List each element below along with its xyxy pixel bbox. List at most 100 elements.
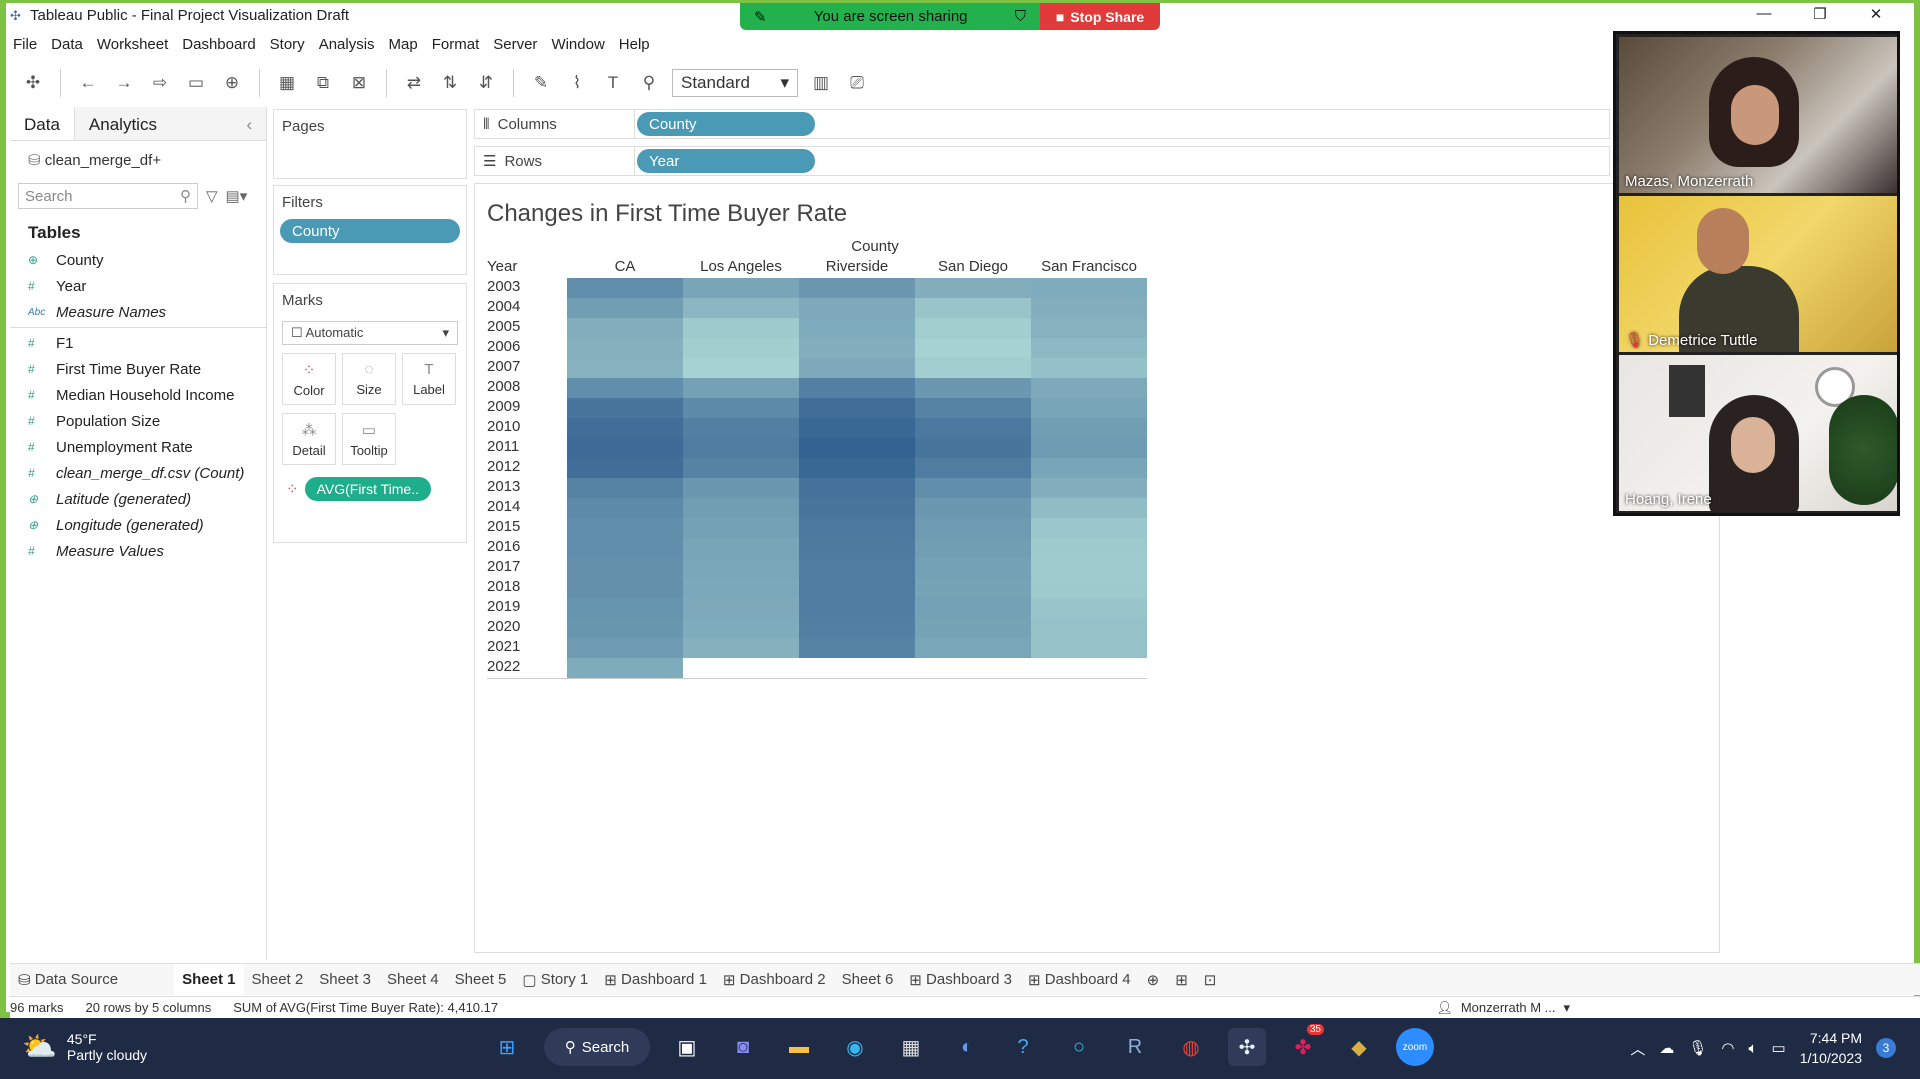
heatmap-cell[interactable] xyxy=(567,338,683,358)
heatmap-cell[interactable] xyxy=(915,358,1031,378)
heatmap-cell[interactable] xyxy=(799,518,915,538)
row-label[interactable]: 2004 xyxy=(487,298,520,315)
heatmap-cell[interactable] xyxy=(1031,378,1147,398)
new-worksheet-icon[interactable]: ▦ xyxy=(274,70,300,96)
heatmap-cell[interactable] xyxy=(567,378,683,398)
heatmap-cell[interactable] xyxy=(567,498,683,518)
rows-shelf[interactable]: ☰ Rows Year xyxy=(474,146,1610,176)
heatmap-cell[interactable] xyxy=(1031,478,1147,498)
avg-first-time-pill[interactable]: AVG(First Time.. xyxy=(304,477,431,501)
microphone-icon[interactable]: 🎙︎ xyxy=(1688,1039,1707,1057)
column-label[interactable]: San Francisco xyxy=(1031,258,1147,275)
heatmap-cell[interactable] xyxy=(915,518,1031,538)
heatmap-cell[interactable] xyxy=(567,658,683,678)
task-view-icon[interactable]: ▣ xyxy=(668,1028,706,1066)
labels-icon[interactable]: T xyxy=(600,70,626,96)
heatmap-cell[interactable] xyxy=(915,458,1031,478)
heatmap-cell[interactable] xyxy=(799,318,915,338)
fit-select[interactable]: Standard ▾ xyxy=(672,69,798,97)
heatmap-cell[interactable] xyxy=(1031,458,1147,478)
pages-card[interactable]: Pages xyxy=(273,109,467,179)
field-county[interactable]: ⊕ County xyxy=(10,247,266,273)
help-icon[interactable]: ? xyxy=(1004,1028,1042,1066)
row-label[interactable]: 2013 xyxy=(487,478,520,495)
heatmap-cell[interactable] xyxy=(915,398,1031,418)
show-cards-icon[interactable]: ▥ xyxy=(808,70,834,96)
heatmap-cell[interactable] xyxy=(915,598,1031,618)
heatmap-cell[interactable] xyxy=(915,538,1031,558)
volume-icon[interactable]: 🔈︎ xyxy=(1749,1040,1758,1057)
slack-icon[interactable]: ✤ 35 xyxy=(1284,1024,1324,1066)
heatmap-cell[interactable] xyxy=(567,398,683,418)
heatmap-cell[interactable] xyxy=(915,478,1031,498)
heatmap-cell[interactable] xyxy=(799,538,915,558)
chrome-icon[interactable]: ◍ xyxy=(1172,1028,1210,1066)
video-tile-2[interactable]: 🎙︎ Demetrice Tuttle xyxy=(1619,196,1897,352)
weather-widget[interactable]: ⛅ 45°F Partly cloudy xyxy=(22,1030,147,1063)
heatmap-cell[interactable] xyxy=(799,578,915,598)
filter-pill-county[interactable]: County xyxy=(280,219,460,243)
heatmap-cell[interactable] xyxy=(799,598,915,618)
taskbar-search[interactable]: ⚲ Search xyxy=(544,1028,650,1066)
tab-sheet-5[interactable]: Sheet 5 xyxy=(447,964,515,995)
color-button[interactable]: ⁘ Color xyxy=(282,353,336,405)
search-input[interactable]: Search ⚲ xyxy=(18,183,198,209)
menu-window[interactable]: Window xyxy=(544,32,611,58)
heatmap-cell[interactable] xyxy=(799,298,915,318)
menu-file[interactable]: File xyxy=(6,32,44,58)
tab-dashboard-4[interactable]: ⊞ Dashboard 4 xyxy=(1020,964,1139,995)
row-label[interactable]: 2005 xyxy=(487,318,520,335)
row-label[interactable]: 2011 xyxy=(487,438,519,455)
label-button[interactable]: T Label xyxy=(402,353,456,405)
menu-server[interactable]: Server xyxy=(486,32,544,58)
group-icon[interactable]: ⌇ xyxy=(564,70,590,96)
heatmap-cell[interactable] xyxy=(683,278,799,298)
tab-sheet-3[interactable]: Sheet 3 xyxy=(311,964,379,995)
heatmap-cell[interactable] xyxy=(567,638,683,658)
filters-card[interactable]: Filters County xyxy=(273,185,467,275)
sort-descending-icon[interactable]: ⇵ xyxy=(473,70,499,96)
highlight-icon[interactable]: ✎ xyxy=(528,70,554,96)
close-icon[interactable]: ✕ xyxy=(1848,5,1904,23)
row-label[interactable]: 2008 xyxy=(487,378,520,395)
tab-sheet-1[interactable]: Sheet 1 xyxy=(174,964,244,995)
heatmap-cell[interactable] xyxy=(799,498,915,518)
zoom-icon[interactable]: zoom xyxy=(1396,1028,1434,1066)
columns-shelf[interactable]: ⦀ Columns County xyxy=(474,109,1610,139)
heatmap-cell[interactable] xyxy=(567,578,683,598)
heatmap-cell[interactable] xyxy=(1031,298,1147,318)
field-unemployment-rate[interactable]: # Unemployment Rate xyxy=(10,434,266,460)
heatmap-cell[interactable] xyxy=(683,318,799,338)
heatmap-cell[interactable] xyxy=(1031,538,1147,558)
heatmap-cell[interactable] xyxy=(1031,418,1147,438)
heatmap-cell[interactable] xyxy=(1031,598,1147,618)
row-label[interactable]: 2015 xyxy=(487,518,520,535)
menu-dashboard[interactable]: Dashboard xyxy=(175,32,262,58)
tableau-taskbar-icon[interactable]: ✣ xyxy=(1228,1028,1266,1066)
restore-icon[interactable]: ❐ xyxy=(1792,5,1848,23)
tab-sheet-2[interactable]: Sheet 2 xyxy=(244,964,312,995)
heatmap-cell[interactable] xyxy=(915,418,1031,438)
field-year[interactable]: # Year xyxy=(10,273,266,299)
heatmap-cell[interactable] xyxy=(799,638,915,658)
heatmap-cell[interactable] xyxy=(915,378,1031,398)
field-count[interactable]: # clean_merge_df.csv (Count) xyxy=(10,460,266,486)
detail-button[interactable]: ⁂ Detail xyxy=(282,413,336,465)
new-story-tab-icon[interactable]: ⊡ xyxy=(1196,964,1225,995)
heatmap-cell[interactable] xyxy=(915,638,1031,658)
field-median-household-income[interactable]: # Median Household Income xyxy=(10,382,266,408)
collapse-icon[interactable]: ‹ xyxy=(246,115,252,135)
heatmap-cell[interactable] xyxy=(1031,358,1147,378)
new-worksheet-tab-icon[interactable]: ⊕ xyxy=(1139,964,1168,995)
heatmap-cell[interactable] xyxy=(1031,518,1147,538)
folder-app-icon[interactable]: ◆ xyxy=(1340,1028,1378,1066)
filter-icon[interactable]: ▽ xyxy=(206,187,218,205)
pencil-icon[interactable]: ✎ xyxy=(754,8,767,26)
column-label[interactable]: Los Angeles xyxy=(683,258,799,275)
heatmap-cell[interactable] xyxy=(799,438,915,458)
menu-format[interactable]: Format xyxy=(425,32,487,58)
heatmap-cell[interactable] xyxy=(567,478,683,498)
heatmap-cell[interactable] xyxy=(799,618,915,638)
heatmap-cell[interactable] xyxy=(799,358,915,378)
tab-dashboard-2[interactable]: ⊞ Dashboard 2 xyxy=(715,964,834,995)
